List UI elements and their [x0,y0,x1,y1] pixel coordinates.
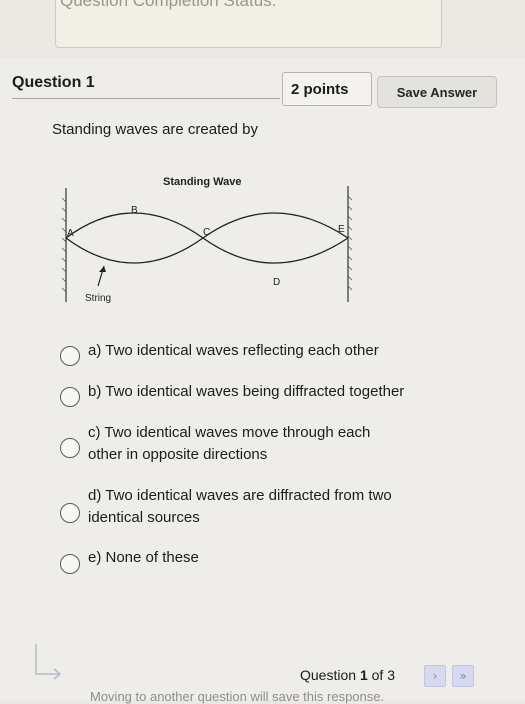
figure-title: Standing Wave [163,176,241,188]
option-a[interactable]: a) Two identical waves reflecting each o… [60,340,480,366]
option-c-text: c) Two identical waves move through each… [88,424,371,463]
question-text: Standing waves are created by [52,121,258,138]
label-a: A [67,228,74,239]
option-d[interactable]: d) Two identical waves are diffracted fr… [60,485,480,531]
wave-lower [65,237,349,264]
option-b[interactable]: b) Two identical waves being diffracted … [60,381,480,407]
string-pointer-head [99,266,106,272]
option-d-radio[interactable] [60,503,80,523]
option-c[interactable]: c) Two identical waves move through each… [60,422,480,468]
option-a-text: a) Two identical waves reflecting each o… [88,342,379,359]
question-counter: Question 1 of 3 [300,667,395,683]
option-e[interactable]: e) None of these [60,547,480,574]
save-warning-text: Moving to another question will save thi… [90,689,385,704]
string-label: String [85,293,111,304]
last-question-button[interactable]: » [452,665,474,687]
completion-status-text: Question Completion Status: [60,0,277,10]
option-e-radio[interactable] [60,554,80,574]
completion-status-bar: Question Completion Status: [0,0,525,52]
save-answer-button[interactable]: Save Answer [377,76,497,108]
question-card [0,58,525,700]
next-question-button[interactable]: › [424,665,446,687]
question-title: Question 1 [12,74,95,91]
label-e: E [338,224,345,235]
option-b-radio[interactable] [60,387,80,407]
question-header: Question 1 2 points Save Answer [0,64,525,112]
standing-wave-figure: Standing Wave A B C D E String [61,176,353,304]
label-b: B [131,205,138,216]
label-d: D [273,277,280,288]
current-question-number: 1 [359,667,368,683]
option-b-text: b) Two identical waves being diffracted … [88,383,405,400]
option-c-radio[interactable] [60,438,80,458]
option-e-text: e) None of these [88,549,199,566]
label-c: C [203,227,210,238]
option-a-radio[interactable] [60,346,80,366]
points-badge: 2 points [282,72,372,106]
question-title-divider [12,98,280,99]
option-d-text: d) Two identical waves are diffracted fr… [88,487,392,526]
